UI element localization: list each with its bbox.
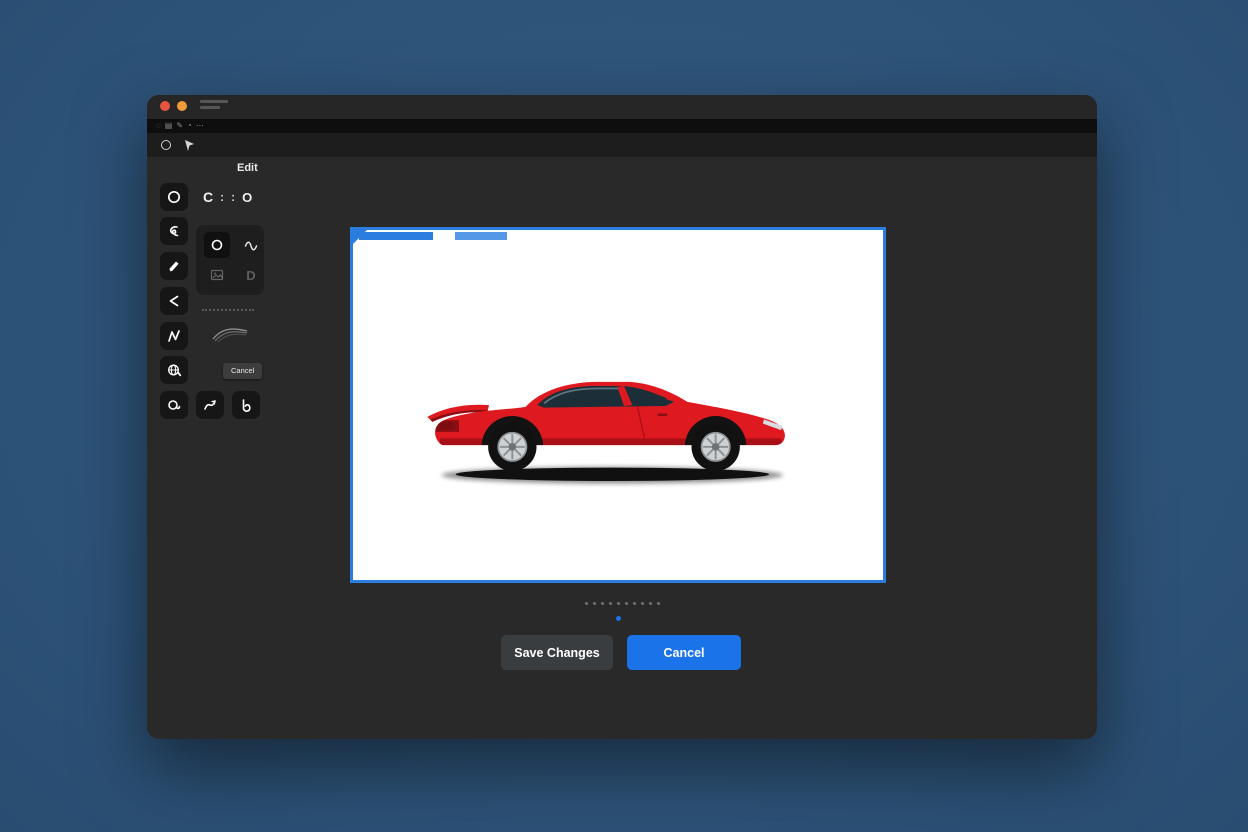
window-title-text	[200, 100, 228, 103]
pagination-dot[interactable]	[641, 602, 644, 605]
dotted-divider	[202, 309, 254, 311]
ellipse-tool-icon	[166, 189, 182, 205]
circle-option-glyph[interactable]: O	[242, 190, 252, 205]
menu-icon-2[interactable]: ▤	[165, 122, 173, 130]
pagination-dot[interactable]	[609, 602, 612, 605]
window-subtitle-text	[200, 106, 220, 109]
zigzag-pen-icon	[166, 328, 182, 344]
app-window: ◌ ▤ ✎ ◔ ⋯ Edit	[147, 95, 1097, 739]
cancel-chip[interactable]: Cancel	[223, 363, 262, 379]
shape-options-panel: D	[196, 225, 264, 295]
cancel-button[interactable]: Cancel	[627, 635, 741, 670]
marker-tool-icon	[166, 258, 182, 274]
menu-icon-5[interactable]: ⋯	[196, 122, 204, 130]
globe-pen-tool-button[interactable]	[160, 356, 188, 384]
chevron-select-icon	[166, 293, 182, 309]
letter-d-option-button[interactable]: D	[238, 262, 264, 288]
car-illustration	[419, 346, 819, 496]
s-curve-tool-button[interactable]	[196, 391, 224, 419]
menu-icon-3[interactable]: ✎	[176, 122, 183, 130]
s-curve-icon	[202, 397, 218, 413]
pagination-dot[interactable]	[649, 602, 652, 605]
tool-strip	[147, 133, 1097, 157]
cursor-tool-icon[interactable]	[184, 139, 195, 157]
squiggle-icon	[209, 321, 253, 345]
ellipse-tool-button[interactable]	[160, 183, 188, 211]
zigzag-pen-tool-button[interactable]	[160, 322, 188, 350]
menu-icon-1[interactable]: ◌	[156, 122, 161, 130]
dots-option-glyph-1[interactable]: :	[220, 190, 224, 204]
pagination-dot[interactable]	[625, 602, 628, 605]
red-car-image	[419, 346, 819, 496]
globe-pen-icon	[166, 362, 182, 378]
edit-label: Edit	[237, 162, 258, 174]
pagination-dot[interactable]	[657, 602, 660, 605]
menu-icon-4[interactable]: ◔	[187, 122, 192, 130]
dots-option-glyph-2[interactable]: :	[231, 190, 235, 204]
artboard-canvas[interactable]	[350, 227, 886, 583]
chevron-select-tool-button[interactable]	[160, 287, 188, 315]
pagination-dot[interactable]	[585, 602, 588, 605]
loop-d-tool-button[interactable]	[232, 391, 260, 419]
lasso-tool-button[interactable]	[160, 217, 188, 245]
image-option-button[interactable]	[204, 262, 230, 288]
loop-d-icon	[238, 397, 254, 413]
save-changes-button[interactable]: Save Changes	[501, 635, 613, 670]
rear-wheel	[488, 423, 536, 471]
minimize-window-button[interactable]	[177, 101, 187, 111]
selection-bar-2[interactable]	[455, 232, 507, 240]
titlebar	[147, 95, 1097, 119]
close-window-button[interactable]	[160, 101, 170, 111]
desktop-background: ◌ ▤ ✎ ◔ ⋯ Edit	[0, 0, 1248, 832]
letter-d-icon: D	[246, 268, 255, 283]
wave-icon	[243, 237, 259, 253]
marker-tool-button[interactable]	[160, 252, 188, 280]
stroke-options-row: C : : O	[203, 189, 269, 205]
circle-option-button[interactable]	[204, 232, 230, 258]
circle-icon	[209, 237, 225, 253]
ellipse-tool-icon[interactable]	[161, 140, 171, 150]
menu-strip: ◌ ▤ ✎ ◔ ⋯	[147, 119, 1097, 133]
selection-bar-1[interactable]	[359, 232, 433, 240]
pagination-dots	[147, 602, 1097, 605]
pagination-dot[interactable]	[617, 602, 620, 605]
loop-lasso-tool-button[interactable]	[160, 391, 188, 419]
pagination-dot[interactable]	[593, 602, 596, 605]
lasso-tool-icon	[166, 223, 182, 239]
active-page-dot[interactable]	[616, 616, 621, 621]
wave-option-button[interactable]	[238, 232, 264, 258]
stroke-preview	[209, 321, 253, 350]
image-icon	[209, 267, 225, 283]
front-wheel	[692, 423, 740, 471]
pagination-dot[interactable]	[601, 602, 604, 605]
loop-lasso-icon	[166, 397, 182, 413]
pagination-dot[interactable]	[633, 602, 636, 605]
curve-option-glyph[interactable]: C	[203, 189, 213, 205]
